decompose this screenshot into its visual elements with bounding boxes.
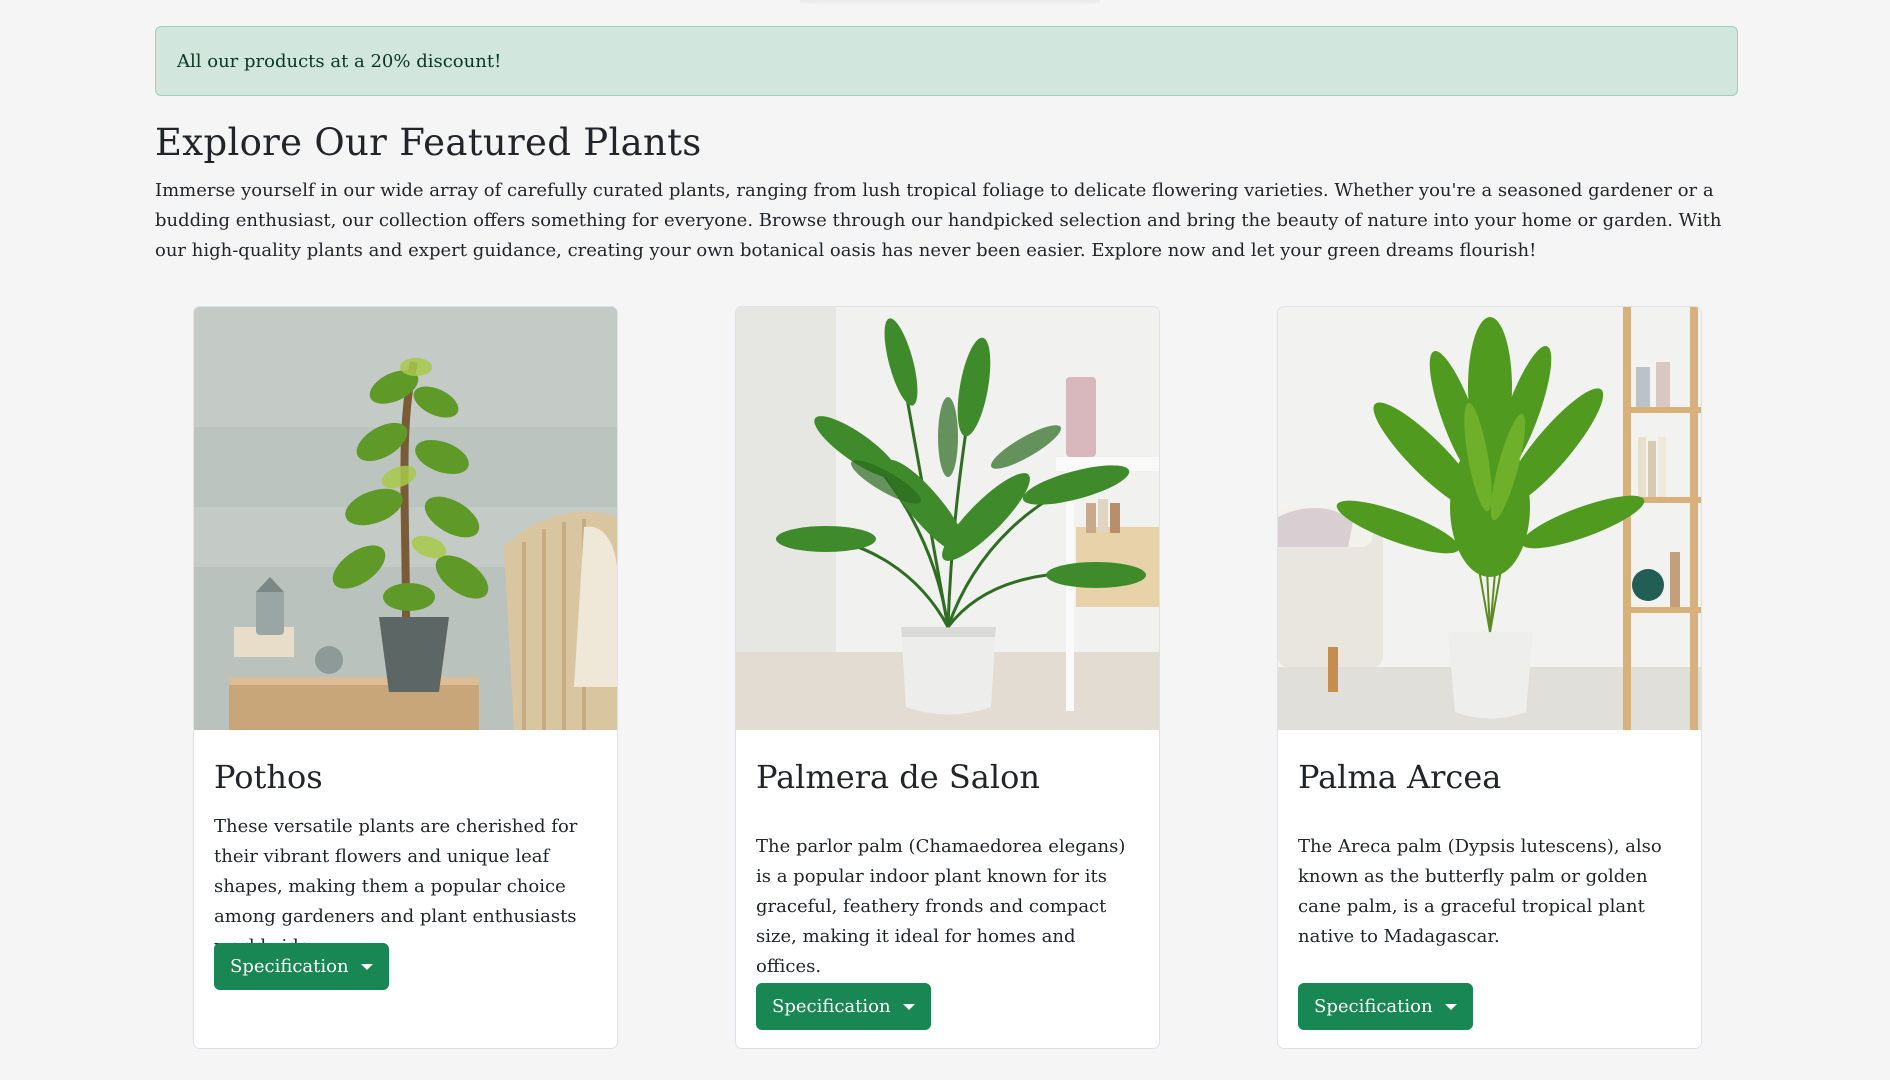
plant-card-palmera-de-salon: Palmera de Salon The parlor palm (Chamae…	[735, 306, 1160, 1049]
discount-alert-text: All our products at a 20% discount!	[177, 51, 502, 72]
plant-card-title: Pothos	[214, 758, 323, 796]
plant-card-pothos: Pothos These versatile plants are cheris…	[193, 306, 618, 1049]
plant-card-description: The Areca palm (Dypsis lutescens), also …	[1298, 836, 1662, 947]
specification-button-label: Specification	[1314, 996, 1433, 1017]
plant-card-title: Palma Arcea	[1298, 758, 1502, 796]
plant-card-title: Palmera de Salon	[756, 758, 1040, 796]
plant-card-description: The parlor palm (Chamaedorea elegans) is…	[756, 836, 1126, 977]
plant-image-palmera-de-salon	[736, 307, 1159, 730]
specification-button-label: Specification	[772, 996, 891, 1017]
caret-down-icon	[902, 1004, 915, 1010]
page-intro: Immerse yourself in our wide array of ca…	[155, 180, 1722, 261]
specification-dropdown-button[interactable]: Specification	[756, 983, 931, 1030]
specification-dropdown-button[interactable]: Specification	[214, 943, 389, 990]
caret-down-icon	[1444, 1004, 1457, 1010]
specification-button-label: Specification	[230, 956, 349, 977]
plant-image-pothos	[194, 307, 617, 730]
plant-image-palma-arcea	[1278, 307, 1701, 730]
caret-down-icon	[360, 964, 373, 970]
plant-card-palma-arcea: Palma Arcea The Areca palm (Dypsis lutes…	[1277, 306, 1702, 1049]
discount-alert: All our products at a 20% discount!	[155, 26, 1738, 96]
page-title: Explore Our Featured Plants	[155, 121, 702, 164]
plant-card-description: These versatile plants are cherished for…	[214, 816, 578, 957]
specification-dropdown-button[interactable]: Specification	[1298, 983, 1473, 1030]
top-shadow	[800, 0, 1100, 6]
